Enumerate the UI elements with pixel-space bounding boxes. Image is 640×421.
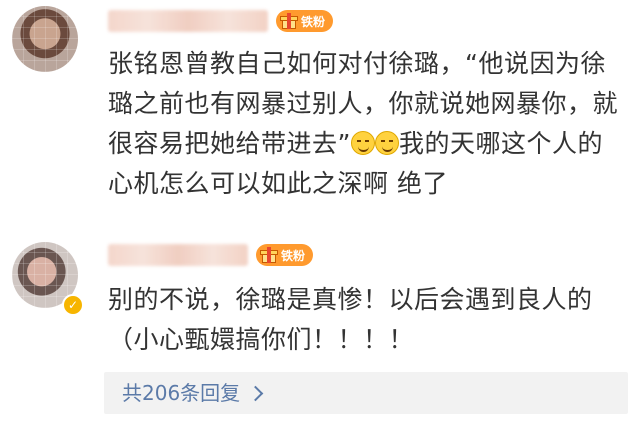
grin-emoji-icon — [350, 131, 375, 155]
replies-count-label: 共206条回复 — [122, 381, 241, 405]
replies-panel: 共206条回复 — [104, 372, 628, 414]
fan-badge[interactable]: 铁粉 — [276, 10, 334, 32]
gift-box-icon — [260, 247, 278, 263]
username-blurred[interactable] — [108, 244, 248, 266]
fan-badge[interactable]: 铁粉 — [256, 244, 314, 266]
avatar-image — [12, 6, 78, 72]
grin-emoji-icon — [374, 131, 399, 155]
verified-check-icon: ✓ — [62, 294, 84, 316]
fan-badge-label: 铁粉 — [281, 248, 306, 263]
chevron-right-icon — [247, 385, 264, 401]
gift-box-icon — [280, 13, 298, 29]
view-replies-link[interactable]: 共206条回复 — [122, 380, 264, 406]
avatar[interactable] — [12, 6, 78, 72]
comment-item: 铁粉 张铭恩曾教自己如何对付徐璐，“他说因为徐璐之前也有网暴过别人，你就说她网暴… — [0, 0, 640, 228]
comment-text: 张铭恩曾教自己如何对付徐璐，“他说因为徐璐之前也有网暴过别人，你就说她网暴你，就… — [108, 44, 628, 204]
username-blurred[interactable] — [108, 10, 268, 32]
fan-badge-label: 铁粉 — [301, 14, 326, 29]
comment-text: 别的不说，徐璐是真惨！以后会遇到良人的（小心甄嬛搞你们！！！！ — [108, 285, 593, 354]
